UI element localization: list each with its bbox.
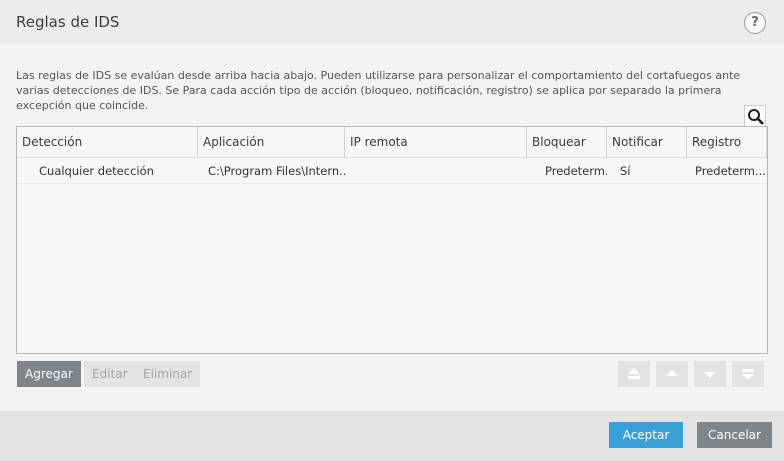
dialog-footer: Aceptar Cancelar xyxy=(0,411,784,461)
move-bottom-icon xyxy=(742,369,754,380)
delete-button[interactable]: Eliminar xyxy=(135,361,201,387)
column-header-notify[interactable]: Notificar xyxy=(607,127,687,158)
move-down-button[interactable] xyxy=(694,361,726,387)
column-header-detection[interactable]: Detección xyxy=(17,127,198,158)
cancel-button[interactable]: Cancelar xyxy=(697,422,772,448)
rules-table: Detección Aplicación IP remota Bloquear … xyxy=(16,126,768,354)
column-header-log[interactable]: Registro xyxy=(687,127,767,158)
table-row[interactable]: Cualquier detección C:\Program Files\Int… xyxy=(17,158,767,184)
move-up-button[interactable] xyxy=(656,361,688,387)
add-button[interactable]: Agregar xyxy=(17,361,81,387)
dialog-title: Reglas de IDS xyxy=(16,13,120,31)
cell-remote-ip xyxy=(350,158,525,184)
move-down-icon xyxy=(704,372,716,378)
move-top-button[interactable] xyxy=(618,361,650,387)
column-header-application[interactable]: Aplicación xyxy=(198,127,345,158)
search-button[interactable] xyxy=(744,105,766,127)
move-up-icon xyxy=(666,370,678,376)
dialog-header: Reglas de IDS ? xyxy=(0,0,784,44)
ok-button[interactable]: Aceptar xyxy=(609,422,683,448)
search-icon xyxy=(748,109,764,125)
table-header: Detección Aplicación IP remota Bloquear … xyxy=(17,127,767,158)
description-text: Las reglas de IDS se evalúan desde arrib… xyxy=(16,69,741,112)
move-top-icon xyxy=(628,368,640,379)
help-icon[interactable]: ? xyxy=(744,12,766,34)
column-header-block[interactable]: Bloquear xyxy=(527,127,607,158)
cell-detection: Cualquier detección xyxy=(39,164,154,178)
move-bottom-button[interactable] xyxy=(732,361,764,387)
dialog-content: Las reglas de IDS se evalúan desde arrib… xyxy=(0,44,784,411)
cell-notify[interactable]: Sí xyxy=(620,158,682,184)
edit-button[interactable]: Editar xyxy=(84,361,136,387)
cell-block[interactable]: Predeterm... xyxy=(545,158,607,184)
column-header-remote-ip[interactable]: IP remota xyxy=(345,127,527,158)
cell-log[interactable]: Predeterm... xyxy=(695,158,765,184)
cell-application: C:\Program Files\Intern... xyxy=(208,164,345,178)
